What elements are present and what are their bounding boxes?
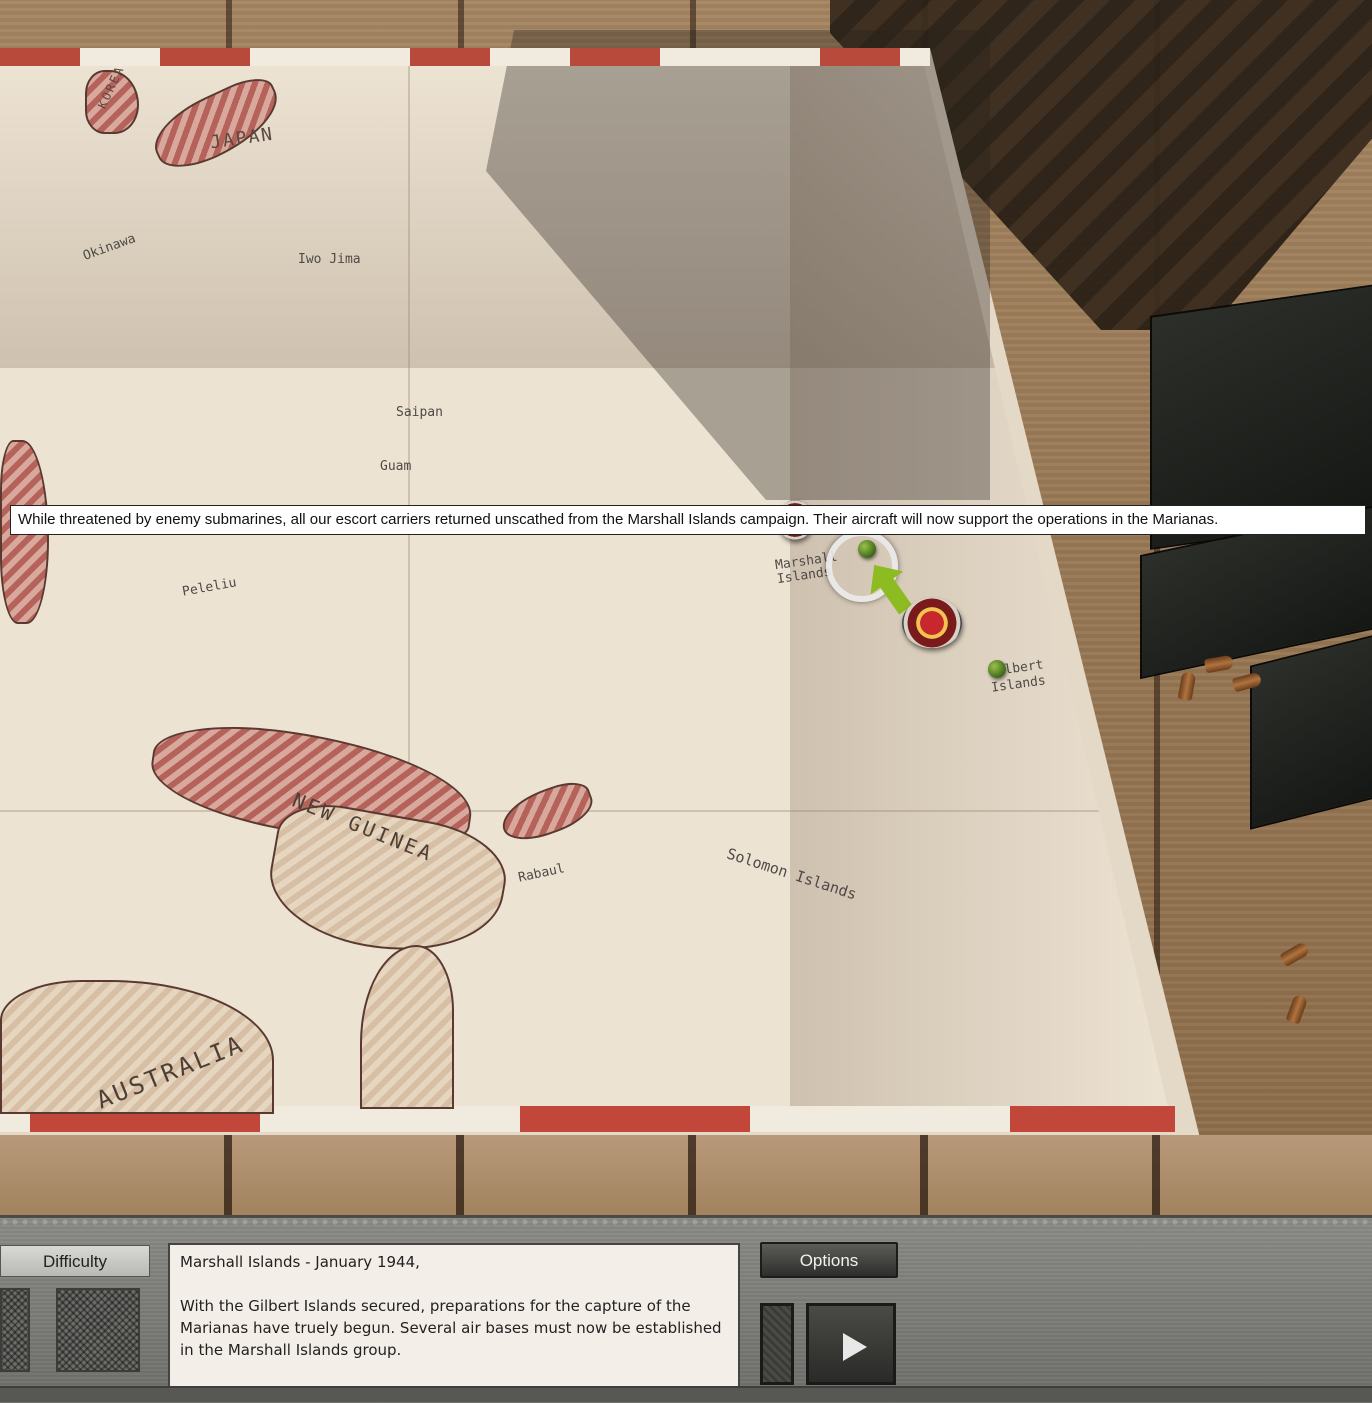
play-icon: [843, 1333, 867, 1361]
panel-rivets: [0, 1217, 1372, 1227]
briefing-title: Marshall Islands - January 1944,: [180, 1253, 420, 1271]
side-slot: [760, 1303, 794, 1385]
options-button[interactable]: Options: [760, 1242, 898, 1278]
map-label-iwo-jima: Iwo Jima: [298, 252, 361, 267]
play-button[interactable]: [806, 1303, 896, 1385]
difficulty-slot-1[interactable]: [0, 1288, 30, 1372]
briefing-body: With the Gilbert Islands secured, prepar…: [180, 1297, 722, 1359]
briefing-spacer: [180, 1273, 728, 1295]
marine-corps-seal-icon[interactable]: [902, 598, 962, 648]
ammo-box: [1250, 634, 1372, 830]
green-pin-icon[interactable]: [858, 540, 876, 558]
difficulty-label: Difficulty: [0, 1245, 150, 1277]
map-label-saipan: Saipan: [396, 405, 443, 420]
map-label-guam: Guam: [380, 459, 412, 474]
map-border-top: [0, 48, 930, 66]
briefing-panel: Marshall Islands - January 1944, With th…: [168, 1243, 740, 1388]
green-pin-icon[interactable]: [988, 660, 1006, 678]
table-planks: [0, 1135, 1372, 1215]
difficulty-slot-2[interactable]: [56, 1288, 140, 1372]
map-tooltip: While threatened by enemy submarines, al…: [10, 505, 1366, 535]
